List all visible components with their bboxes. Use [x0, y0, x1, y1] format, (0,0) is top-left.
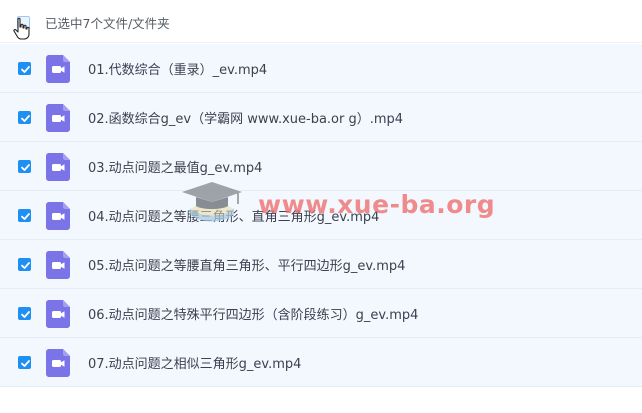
file-checkbox[interactable] [18, 62, 31, 75]
video-file-icon [46, 251, 70, 279]
video-file-icon [46, 153, 70, 181]
file-checkbox[interactable] [18, 307, 31, 320]
file-name[interactable]: 06.动点问题之特殊平行四边形（含阶段练习）g_ev.mp4 [88, 304, 418, 323]
checkmark-icon [21, 115, 30, 122]
file-checkbox[interactable] [18, 258, 31, 271]
video-file-icon [46, 104, 70, 132]
file-checkbox[interactable] [18, 111, 31, 124]
watermark-text: www.xue-ba.org [258, 190, 496, 219]
video-file-icon [46, 55, 70, 83]
file-name[interactable]: 02.函数综合g_ev（学霸网 www.xue-ba.or g）.mp4 [88, 108, 403, 127]
file-row[interactable]: 05.动点问题之等腰直角三角形、平行四边形g_ev.mp4 [0, 240, 642, 289]
file-row[interactable]: 06.动点问题之特殊平行四边形（含阶段练习）g_ev.mp4 [0, 289, 642, 338]
file-name[interactable]: 03.动点问题之最值g_ev.mp4 [88, 157, 262, 176]
checkmark-icon [21, 360, 30, 367]
file-row[interactable]: 02.函数综合g_ev（学霸网 www.xue-ba.or g）.mp4 [0, 93, 642, 142]
file-row[interactable]: 01.代数综合（重录）_ev.mp4 [0, 44, 642, 93]
hand-cursor-icon [13, 17, 30, 40]
file-checkbox[interactable] [18, 209, 31, 222]
video-file-icon [46, 349, 70, 377]
selection-count-text: 已选中7个文件/文件夹 [45, 16, 170, 31]
checkmark-icon [21, 262, 30, 269]
file-checkbox[interactable] [18, 160, 31, 173]
watermark: www.xue-ba.org [178, 178, 495, 228]
checkmark-icon [21, 311, 30, 318]
checkmark-icon [21, 213, 30, 220]
file-name[interactable]: 07.动点问题之相似三角形g_ev.mp4 [88, 353, 301, 372]
checkmark-icon [21, 164, 30, 171]
video-file-icon [46, 300, 70, 328]
graduation-cap-icon [182, 182, 242, 222]
video-file-icon [46, 202, 70, 230]
selection-header: 已选中7个文件/文件夹 [0, 0, 642, 43]
checkmark-icon [21, 66, 30, 73]
file-name[interactable]: 01.代数综合（重录）_ev.mp4 [88, 59, 267, 78]
file-row[interactable]: 07.动点问题之相似三角形g_ev.mp4 [0, 338, 642, 387]
file-checkbox[interactable] [18, 356, 31, 369]
file-name[interactable]: 05.动点问题之等腰直角三角形、平行四边形g_ev.mp4 [88, 255, 405, 274]
